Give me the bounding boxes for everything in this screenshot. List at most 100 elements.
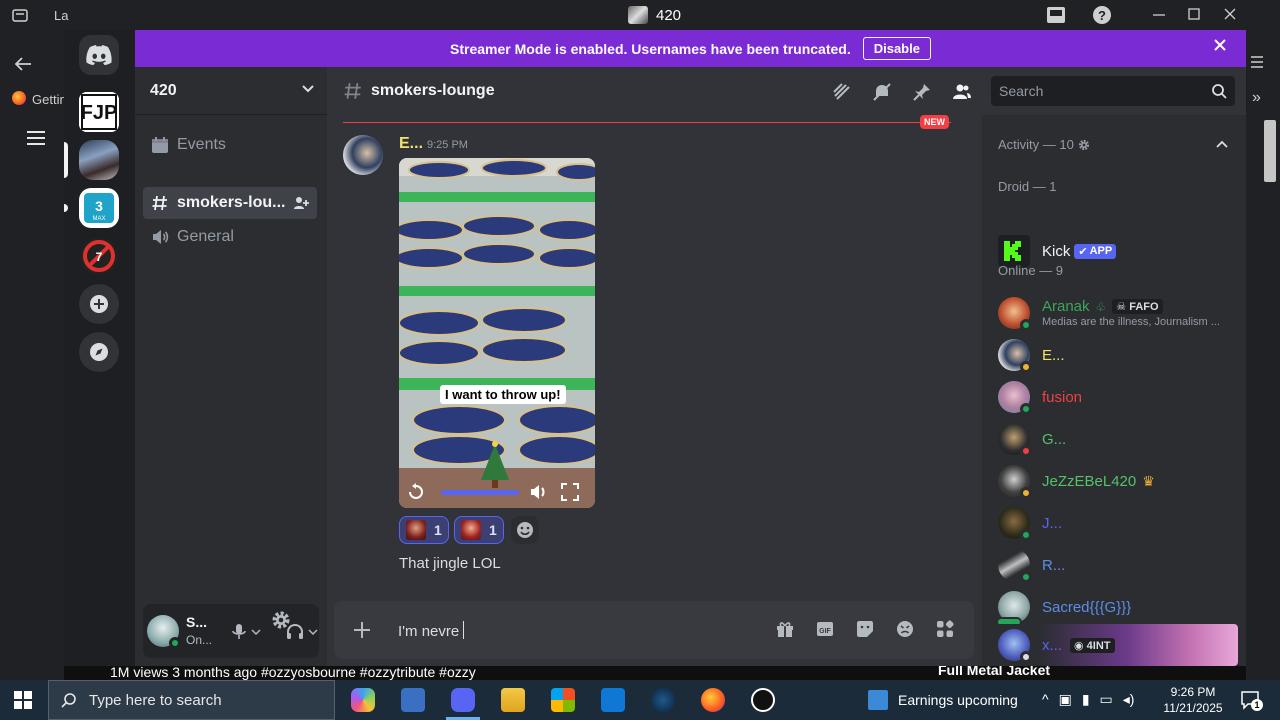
- member-list-item[interactable]: G...: [998, 418, 1238, 460]
- scrollbar-thumb[interactable]: [1264, 120, 1276, 182]
- firefox-taskbar-icon[interactable]: [701, 688, 725, 712]
- file-explorer-icon[interactable]: [501, 688, 525, 712]
- tray-app-icon[interactable]: ▣: [1059, 691, 1072, 708]
- network-icon[interactable]: ▭: [1100, 691, 1113, 708]
- obs-icon[interactable]: [751, 688, 775, 712]
- server-list: FJP 3 MAX 7: [64, 30, 135, 666]
- microphone-icon: [232, 624, 246, 639]
- side-video-title[interactable]: Full Metal Jacket: [938, 666, 1050, 678]
- taskbar-clock[interactable]: 9:26 PM 11/21/2025: [1160, 684, 1226, 716]
- channel-events[interactable]: Events: [143, 129, 317, 161]
- disable-streamer-button[interactable]: Disable: [862, 37, 931, 60]
- browser-tab-label[interactable]: La: [54, 8, 68, 23]
- member-name: Aranak: [1042, 298, 1090, 315]
- gift-icon[interactable]: [776, 620, 794, 638]
- add-reaction-button[interactable]: [511, 516, 539, 544]
- maximize-icon[interactable]: [1188, 8, 1200, 20]
- menu-hamburger-icon[interactable]: [26, 130, 46, 146]
- close-window-icon[interactable]: [1224, 8, 1236, 20]
- server-icon-no-sign[interactable]: 7: [79, 236, 119, 276]
- server-header[interactable]: 420: [135, 67, 327, 115]
- microsoft-store-icon[interactable]: [551, 688, 575, 712]
- member-list-item[interactable]: fusion: [998, 376, 1238, 418]
- channel-title: smokers-lounge: [371, 82, 495, 99]
- user-avatar[interactable]: [147, 615, 181, 649]
- steam-icon[interactable]: [651, 688, 675, 712]
- svg-text:7: 7: [96, 250, 103, 264]
- speaker-icon: [153, 230, 169, 244]
- inbox-icon[interactable]: [1046, 5, 1066, 25]
- reaction-button[interactable]: 1: [399, 516, 449, 544]
- server-icon-420[interactable]: [79, 140, 119, 180]
- member-name: J...: [1042, 514, 1063, 532]
- activity-label: Activity — 10: [998, 137, 1074, 152]
- news-widget-text[interactable]: Earnings upcoming: [898, 692, 1018, 708]
- server-name: 420: [150, 81, 177, 99]
- reaction-button[interactable]: 1: [454, 516, 504, 544]
- home-button[interactable]: [79, 35, 119, 75]
- add-server-button[interactable]: [79, 284, 119, 324]
- member-avatar: [998, 381, 1032, 415]
- member-list-item[interactable]: J...: [998, 502, 1238, 544]
- apps-icon[interactable]: [936, 620, 954, 638]
- copilot-icon[interactable]: [351, 688, 375, 712]
- member-list-item[interactable]: x... ◉ 4INT: [998, 624, 1238, 666]
- message-composer: I'm nevre GIF: [334, 601, 974, 659]
- minimize-icon[interactable]: [1152, 6, 1166, 22]
- online-status-dot: [1020, 403, 1032, 415]
- member-list-item[interactable]: Sacred{{{G}}}: [996, 586, 1238, 628]
- member-list-item[interactable]: E...: [998, 334, 1238, 376]
- replay-icon[interactable]: [407, 483, 425, 501]
- taskbar-search-box[interactable]: Type here to search: [48, 680, 335, 720]
- attach-plus-icon[interactable]: [352, 620, 372, 640]
- browser-menu-icon[interactable]: [1250, 56, 1264, 68]
- author-avatar[interactable]: [343, 135, 383, 175]
- tab-overview-icon[interactable]: [12, 8, 28, 22]
- member-list-item[interactable]: JeZzEBeL420 ♛: [998, 460, 1238, 502]
- windows-start-icon[interactable]: [14, 691, 32, 709]
- user-name[interactable]: S...: [186, 614, 207, 630]
- member-list-item[interactable]: R...: [998, 544, 1238, 586]
- member-name: Kick: [1042, 242, 1071, 260]
- chevron-up-icon[interactable]: ^: [1042, 691, 1049, 708]
- close-banner-icon[interactable]: [1214, 39, 1226, 51]
- usb-icon[interactable]: ▮: [1082, 691, 1090, 708]
- app-tag: ✔ APP: [1074, 243, 1117, 259]
- mute-button[interactable]: [231, 623, 261, 641]
- gif-icon[interactable]: GIF: [816, 620, 834, 638]
- notification-muted-icon[interactable]: [872, 82, 892, 102]
- discover-button[interactable]: [79, 332, 119, 372]
- fullscreen-icon[interactable]: [561, 483, 579, 501]
- news-widget-icon[interactable]: [868, 690, 888, 710]
- message-author[interactable]: E...: [399, 135, 423, 153]
- chevron-right-icon[interactable]: »: [1252, 90, 1261, 106]
- threads-icon[interactable]: [832, 82, 852, 102]
- message-input[interactable]: I'm nevre: [398, 621, 465, 640]
- discord-taskbar-icon[interactable]: [451, 688, 475, 712]
- server-icon-fjp[interactable]: FJP: [79, 92, 119, 132]
- invite-member-icon[interactable]: [293, 195, 309, 211]
- emoji-icon[interactable]: [896, 620, 914, 638]
- server-icon-3max[interactable]: 3 MAX: [79, 188, 119, 228]
- back-arrow-icon[interactable]: [14, 56, 32, 72]
- channel-general[interactable]: General: [143, 221, 317, 253]
- member-list-icon[interactable]: [952, 82, 972, 102]
- video-progress-bar[interactable]: [441, 489, 519, 495]
- pin-icon[interactable]: [912, 82, 932, 102]
- chevron-up-icon[interactable]: [1216, 139, 1228, 149]
- help-icon[interactable]: ?: [1092, 5, 1112, 25]
- member-avatar: [998, 423, 1032, 457]
- member-list-item[interactable]: Aranak ♧ ☠ FAFO Medias are the illness, …: [998, 292, 1238, 334]
- volume-icon[interactable]: ◂): [1123, 691, 1135, 708]
- channel-smokers-lounge[interactable]: smokers-lou...: [143, 187, 317, 219]
- task-view-icon[interactable]: [401, 688, 425, 712]
- user-settings-button[interactable]: [271, 610, 291, 630]
- volume-icon[interactable]: [529, 483, 549, 501]
- notification-center-icon[interactable]: 1: [1240, 690, 1263, 711]
- video-attachment[interactable]: I want to throw up!: [399, 158, 595, 508]
- sticker-icon[interactable]: [856, 620, 874, 638]
- search-input[interactable]: Search: [991, 76, 1235, 106]
- activity-header[interactable]: Activity — 10: [998, 137, 1090, 152]
- mail-icon[interactable]: [601, 688, 625, 712]
- bookmark-label[interactable]: Gettin: [32, 92, 67, 107]
